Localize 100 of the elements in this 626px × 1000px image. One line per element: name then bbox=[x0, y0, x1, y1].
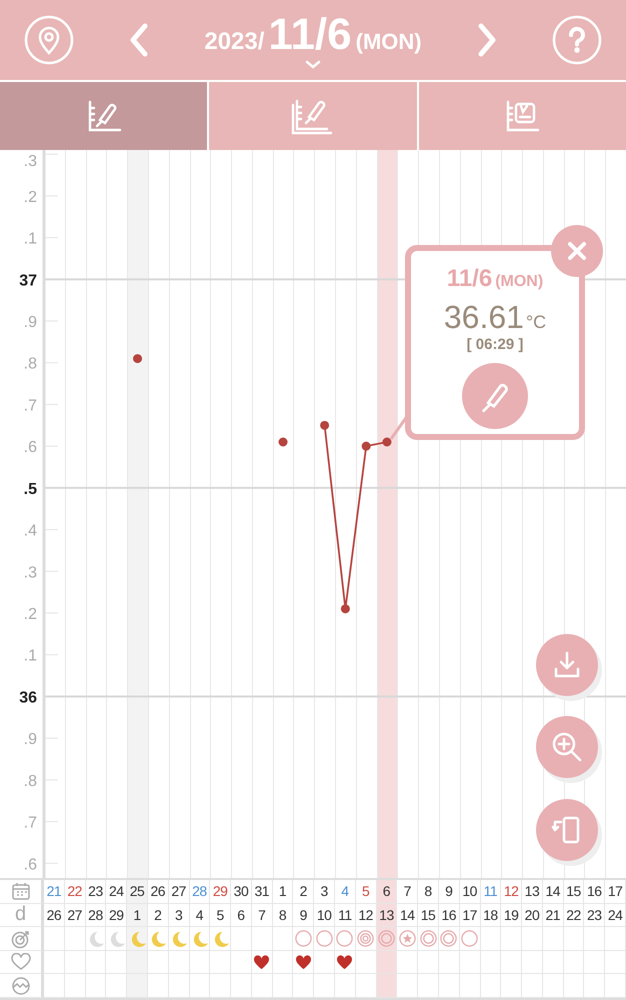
cycle-day-cell: 9 bbox=[293, 904, 314, 928]
location-pin-icon bbox=[24, 14, 74, 65]
date-cell[interactable]: 22 bbox=[64, 880, 86, 904]
date-cell[interactable]: 15 bbox=[564, 880, 584, 904]
table-cell bbox=[542, 927, 564, 951]
date-cell[interactable]: 9 bbox=[438, 880, 460, 904]
table-cell bbox=[584, 927, 606, 951]
cycle-day-cell: 19 bbox=[501, 904, 522, 928]
heart-icon bbox=[253, 954, 270, 970]
date-number: 15 bbox=[566, 883, 581, 900]
y-axis-label: .4 bbox=[24, 522, 37, 540]
date-cell[interactable]: 12 bbox=[501, 880, 522, 904]
date-cell[interactable]: 7 bbox=[397, 880, 418, 904]
popup-date: 11/6(MON) bbox=[446, 264, 544, 293]
download-icon bbox=[552, 650, 582, 680]
cycle-day-cell: 14 bbox=[397, 904, 418, 928]
date-cell[interactable]: 10 bbox=[460, 880, 480, 904]
date-cell[interactable]: 16 bbox=[584, 880, 606, 904]
cycle-day-cell: 23 bbox=[584, 904, 606, 928]
y-axis-label: 36 bbox=[19, 689, 37, 706]
cycle-day-cell: 7 bbox=[252, 904, 273, 928]
date-cell[interactable]: 17 bbox=[605, 880, 626, 904]
y-axis-label: .1 bbox=[24, 647, 37, 664]
date-number: 31 bbox=[254, 883, 270, 900]
date-cell[interactable]: 8 bbox=[418, 880, 439, 904]
date-number: 27 bbox=[171, 883, 186, 900]
date-number: 8 bbox=[424, 883, 432, 900]
data-point[interactable] bbox=[362, 441, 371, 450]
y-axis-label: .2 bbox=[24, 606, 37, 623]
date-number: 6 bbox=[382, 883, 390, 900]
y-axis-label: .8 bbox=[24, 355, 37, 372]
date-number: 17 bbox=[608, 883, 622, 900]
date-number: 25 bbox=[130, 883, 144, 900]
date-number: 14 bbox=[545, 883, 560, 900]
popup-temperature: 36.61°C bbox=[444, 298, 546, 336]
date-cell[interactable]: 30 bbox=[231, 880, 252, 904]
date-cell[interactable]: 25 bbox=[127, 880, 148, 904]
close-icon bbox=[567, 240, 587, 261]
cycle-day-cell: 5 bbox=[210, 904, 232, 928]
cycle-day-label: d bbox=[14, 903, 26, 926]
cycle-day-cell: 24 bbox=[605, 904, 626, 928]
cycle-day-cell: 6 bbox=[231, 904, 252, 928]
cycle-day-cell: 16 bbox=[438, 904, 460, 928]
data-point[interactable] bbox=[133, 354, 142, 363]
location-button[interactable] bbox=[24, 14, 74, 65]
data-point[interactable] bbox=[320, 420, 330, 430]
date-number: 7 bbox=[404, 883, 411, 900]
date-cell[interactable]: 13 bbox=[522, 880, 543, 904]
date-number: 12 bbox=[504, 883, 518, 900]
date-cell[interactable]: 26 bbox=[148, 880, 169, 904]
cycle-day-cell: 20 bbox=[522, 904, 543, 928]
date-number: 2 bbox=[300, 883, 307, 900]
chevron-right-icon bbox=[476, 22, 498, 58]
date-cell[interactable]: 1 bbox=[272, 880, 294, 904]
chevron-left-icon bbox=[128, 22, 150, 58]
date-cell[interactable]: 27 bbox=[168, 880, 190, 904]
previous-day-button[interactable] bbox=[128, 22, 150, 58]
help-button[interactable] bbox=[552, 14, 602, 65]
date-cell[interactable]: 2 bbox=[293, 880, 314, 904]
y-axis-label: .1 bbox=[24, 230, 37, 248]
egg-icon bbox=[10, 976, 30, 996]
data-point[interactable] bbox=[340, 604, 350, 614]
target-icon bbox=[10, 928, 30, 949]
y-axis-label: .7 bbox=[24, 397, 37, 414]
y-axis-label: .6 bbox=[24, 856, 37, 873]
table-cell bbox=[522, 927, 543, 951]
date-cell[interactable]: 29 bbox=[210, 880, 232, 904]
y-axis-label: .6 bbox=[24, 438, 37, 456]
cycle-day-cell: 18 bbox=[480, 904, 502, 928]
table-cell bbox=[501, 927, 522, 951]
zoom-in-icon bbox=[551, 730, 583, 763]
date-number: 11 bbox=[484, 883, 498, 900]
date-number: 29 bbox=[212, 883, 228, 900]
cycle-day-cell: 2 bbox=[148, 904, 169, 928]
date-number: 9 bbox=[445, 883, 452, 900]
chart-tab[interactable] bbox=[416, 82, 626, 150]
date-cell[interactable]: 31 bbox=[252, 880, 273, 904]
date-cell[interactable]: 14 bbox=[542, 880, 564, 904]
data-point[interactable] bbox=[382, 437, 392, 446]
date-number: 1 bbox=[278, 883, 286, 900]
y-axis-label: .8 bbox=[24, 772, 37, 790]
popup-time: [ 06:29 ] bbox=[466, 336, 524, 353]
cycle-day-cell: 17 bbox=[460, 904, 480, 928]
cycle-day-cell: 10 bbox=[314, 904, 335, 928]
help-icon bbox=[552, 14, 602, 65]
chevron-down-icon bbox=[304, 60, 321, 70]
y-axis-label: .3 bbox=[24, 564, 37, 581]
y-axis-label: 37 bbox=[19, 272, 37, 289]
heart-outline-icon bbox=[10, 953, 30, 972]
date-number: 4 bbox=[341, 883, 349, 900]
chart-tab[interactable] bbox=[207, 82, 417, 150]
next-day-button[interactable] bbox=[476, 22, 498, 58]
date-number: 10 bbox=[462, 883, 477, 900]
date-cell[interactable]: 23 bbox=[86, 880, 106, 904]
date-cell[interactable]: 3 bbox=[314, 880, 335, 904]
cycle-day-cell: 4 bbox=[190, 904, 210, 928]
data-point[interactable] bbox=[278, 437, 288, 446]
date-number: 30 bbox=[234, 883, 248, 900]
chart-tab[interactable] bbox=[0, 82, 208, 150]
date-cell[interactable]: 6 bbox=[376, 880, 398, 904]
